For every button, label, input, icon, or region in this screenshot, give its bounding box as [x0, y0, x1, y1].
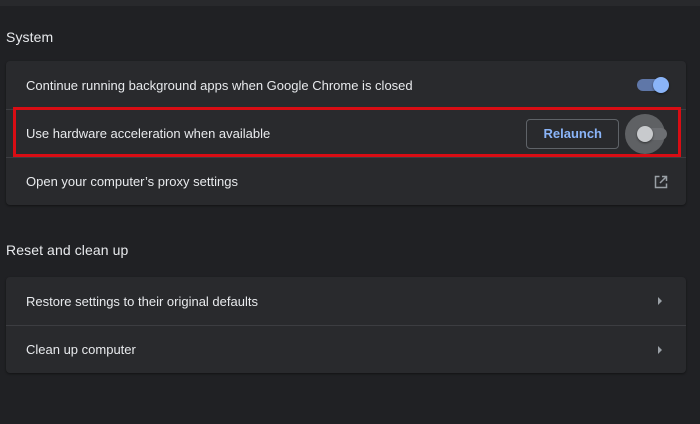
hardware-acceleration-row[interactable]: Use hardware acceleration when available… — [6, 109, 686, 157]
clean-up-computer-row[interactable]: Clean up computer — [6, 325, 686, 373]
proxy-settings-row[interactable]: Open your computer’s proxy settings — [6, 157, 686, 205]
arrow-right-icon — [652, 342, 668, 358]
relaunch-button[interactable]: Relaunch — [526, 118, 619, 149]
proxy-settings-label: Open your computer’s proxy settings — [26, 174, 238, 189]
toggle-knob — [653, 77, 669, 93]
top-strip — [0, 0, 700, 6]
reset-section-title: Reset and clean up — [6, 242, 129, 258]
background-apps-row[interactable]: Continue running background apps when Go… — [6, 61, 686, 109]
clean-up-computer-label: Clean up computer — [26, 342, 136, 357]
background-apps-toggle[interactable] — [637, 75, 669, 95]
reset-card: Restore settings to their original defau… — [6, 277, 686, 373]
hardware-acceleration-label: Use hardware acceleration when available — [26, 126, 271, 141]
restore-defaults-label: Restore settings to their original defau… — [26, 293, 258, 309]
restore-defaults-row[interactable]: Restore settings to their original defau… — [6, 277, 686, 325]
toggle-knob — [637, 125, 653, 142]
system-card: Continue running background apps when Go… — [6, 61, 686, 205]
hardware-acceleration-toggle[interactable] — [625, 113, 667, 154]
open-in-new-icon[interactable] — [651, 172, 671, 192]
arrow-right-icon — [652, 293, 668, 309]
system-section-title: System — [6, 29, 54, 45]
background-apps-label: Continue running background apps when Go… — [26, 77, 413, 93]
